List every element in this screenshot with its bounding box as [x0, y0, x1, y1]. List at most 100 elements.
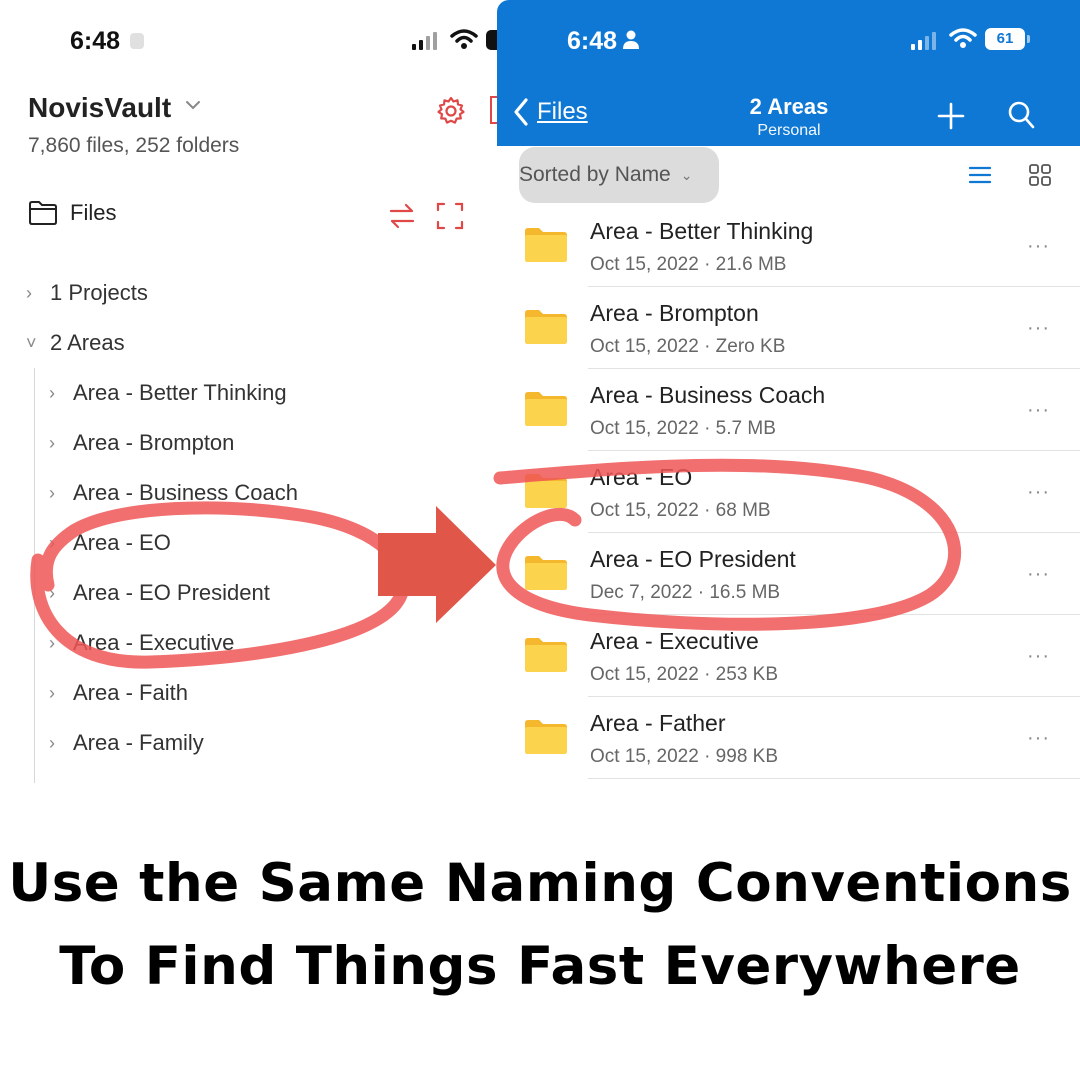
file-row[interactable]: Area - Brompton Oct 15, 2022 · Zero KB ··· — [497, 287, 1080, 369]
more-icon[interactable]: ··· — [1027, 563, 1050, 586]
folder-icon — [525, 638, 567, 672]
tree-guide-line — [34, 368, 35, 783]
file-row[interactable]: Area - Father Oct 15, 2022 · 998 KB ··· — [497, 697, 1080, 779]
partial-icon — [490, 96, 497, 124]
file-name: Area - Business Coach — [590, 382, 826, 408]
onedrive-screen: 6:48 61 Files 2 Areas Personal Sorted by… — [497, 0, 1080, 783]
chevron-right-icon[interactable]: › — [49, 383, 63, 404]
vault-stats: 7,860 files, 252 folders — [28, 134, 240, 157]
nav-header: 6:48 61 Files 2 Areas Personal — [497, 0, 1080, 146]
battery-tip — [1027, 35, 1030, 43]
chevron-right-icon[interactable]: › — [49, 433, 63, 454]
chevron-right-icon[interactable]: › — [49, 733, 63, 754]
files-label: Files — [70, 200, 117, 225]
file-row[interactable]: Area - Better Thinking Oct 15, 2022 · 21.… — [497, 205, 1080, 287]
tree-item[interactable]: › Area - Executive — [49, 630, 234, 656]
file-meta: Oct 15, 2022 · 253 KB — [590, 664, 779, 685]
folder-icon — [525, 310, 567, 344]
caption-line-1: Use the Same Naming Conventions — [8, 853, 1072, 914]
tree-item-label: Area - Executive — [73, 630, 235, 655]
expand-icon[interactable] — [436, 201, 464, 231]
person-icon — [623, 30, 639, 49]
gear-icon[interactable] — [436, 96, 466, 126]
more-icon[interactable]: ··· — [1027, 727, 1050, 750]
chevron-right-icon[interactable]: › — [26, 283, 40, 304]
wifi-icon — [949, 28, 977, 48]
file-meta: Oct 15, 2022 · Zero KB — [590, 336, 786, 357]
tree-item-label: Area - Family — [73, 730, 204, 755]
file-meta: Oct 15, 2022 · 5.7 MB — [590, 418, 776, 439]
tree-item-label: 1 Projects — [50, 280, 148, 305]
back-icon — [514, 98, 528, 126]
files-header[interactable]: Files — [28, 200, 116, 226]
swap-icon[interactable] — [388, 201, 416, 231]
chevron-down-icon: ⌄ — [680, 166, 693, 183]
vault-name[interactable]: NovisVault — [28, 92, 171, 124]
folder-icon — [525, 720, 567, 754]
chevron-right-icon[interactable]: › — [49, 583, 63, 604]
file-meta: Dec 7, 2022 · 16.5 MB — [590, 582, 781, 603]
tree-item[interactable]: › Area - EO President — [49, 580, 270, 606]
file-name: Area - Brompton — [590, 300, 759, 326]
page-title: 2 Areas Personal — [697, 94, 881, 140]
chevron-right-icon[interactable]: › — [49, 533, 63, 554]
title-text: 2 Areas — [749, 94, 829, 119]
battery-icon — [486, 30, 497, 50]
tree-item-label: 2 Areas — [50, 330, 125, 355]
file-row[interactable]: Area - EO Oct 15, 2022 · 68 MB ··· — [497, 451, 1080, 533]
file-meta: Oct 15, 2022 · 21.6 MB — [590, 254, 787, 275]
status-indicator — [130, 33, 144, 49]
grid-view-icon[interactable] — [1028, 163, 1052, 187]
tree-item-label: Area - Faith — [73, 680, 188, 705]
tree-item[interactable]: › Area - Faith — [49, 680, 188, 706]
chevron-right-icon[interactable]: › — [49, 483, 63, 504]
tree-item-label: Area - Better Thinking — [73, 380, 287, 405]
tree-item[interactable]: › Area - EO — [49, 530, 171, 556]
chevron-down-icon[interactable]: ˅ — [26, 333, 40, 354]
obsidian-screen: 6:48 NovisVault 7,860 files, 252 folders… — [0, 0, 497, 783]
more-icon[interactable]: ··· — [1027, 645, 1050, 668]
file-row[interactable]: Area - EO President Dec 7, 2022 · 16.5 MB… — [497, 533, 1080, 615]
status-time: 6:48 — [70, 27, 121, 55]
folder-icon — [525, 228, 567, 262]
caption-line-2: To Find Things Fast Everywhere — [59, 936, 1021, 997]
file-name: Area - EO — [590, 464, 693, 490]
chevron-right-icon[interactable]: › — [49, 683, 63, 704]
chevron-right-icon[interactable]: › — [49, 633, 63, 654]
subtitle-text: Personal — [757, 122, 821, 139]
tree-item[interactable]: › Area - Brompton — [49, 430, 234, 456]
more-icon[interactable]: ··· — [1027, 317, 1050, 340]
folder-icon — [525, 392, 567, 426]
battery-icon: 61 — [985, 28, 1025, 50]
file-name: Area - Executive — [590, 628, 759, 654]
tree-item[interactable]: ˅ 2 Areas — [26, 330, 125, 356]
folder-icon — [29, 201, 57, 225]
tree-item-label: Area - EO President — [73, 580, 270, 605]
file-meta: Oct 15, 2022 · 68 MB — [590, 500, 771, 521]
tree-item[interactable]: › Area - Family — [49, 730, 204, 756]
folder-icon — [525, 556, 567, 590]
more-icon[interactable]: ··· — [1027, 235, 1050, 258]
cellular-signal-icon — [412, 32, 437, 50]
file-name: Area - Better Thinking — [590, 218, 814, 244]
more-icon[interactable]: ··· — [1027, 481, 1050, 504]
more-icon[interactable]: ··· — [1027, 399, 1050, 422]
file-name: Area - EO President — [590, 546, 796, 572]
back-label: Files — [537, 98, 588, 125]
plus-icon[interactable] — [937, 102, 965, 130]
search-icon[interactable] — [1007, 100, 1035, 130]
tree-item[interactable]: › 1 Projects — [26, 280, 148, 306]
tree-item-label: Area - Business Coach — [73, 480, 298, 505]
folder-icon — [525, 474, 567, 508]
file-row[interactable]: Area - Executive Oct 15, 2022 · 253 KB ··· — [497, 615, 1080, 697]
tree-item[interactable]: › Area - Better Thinking — [49, 380, 287, 406]
tree-item[interactable]: › Area - Business Coach — [49, 480, 298, 506]
sort-button[interactable]: Sorted by Name ⌄ — [519, 147, 719, 203]
chevron-down-icon[interactable] — [184, 98, 202, 112]
row-divider — [588, 778, 1080, 779]
list-view-icon[interactable] — [969, 165, 991, 185]
sort-label: Sorted by Name — [519, 163, 671, 186]
file-row[interactable]: Area - Business Coach Oct 15, 2022 · 5.7 … — [497, 369, 1080, 451]
tree-item-label: Area - EO — [73, 530, 171, 555]
back-button[interactable]: Files — [513, 97, 588, 127]
